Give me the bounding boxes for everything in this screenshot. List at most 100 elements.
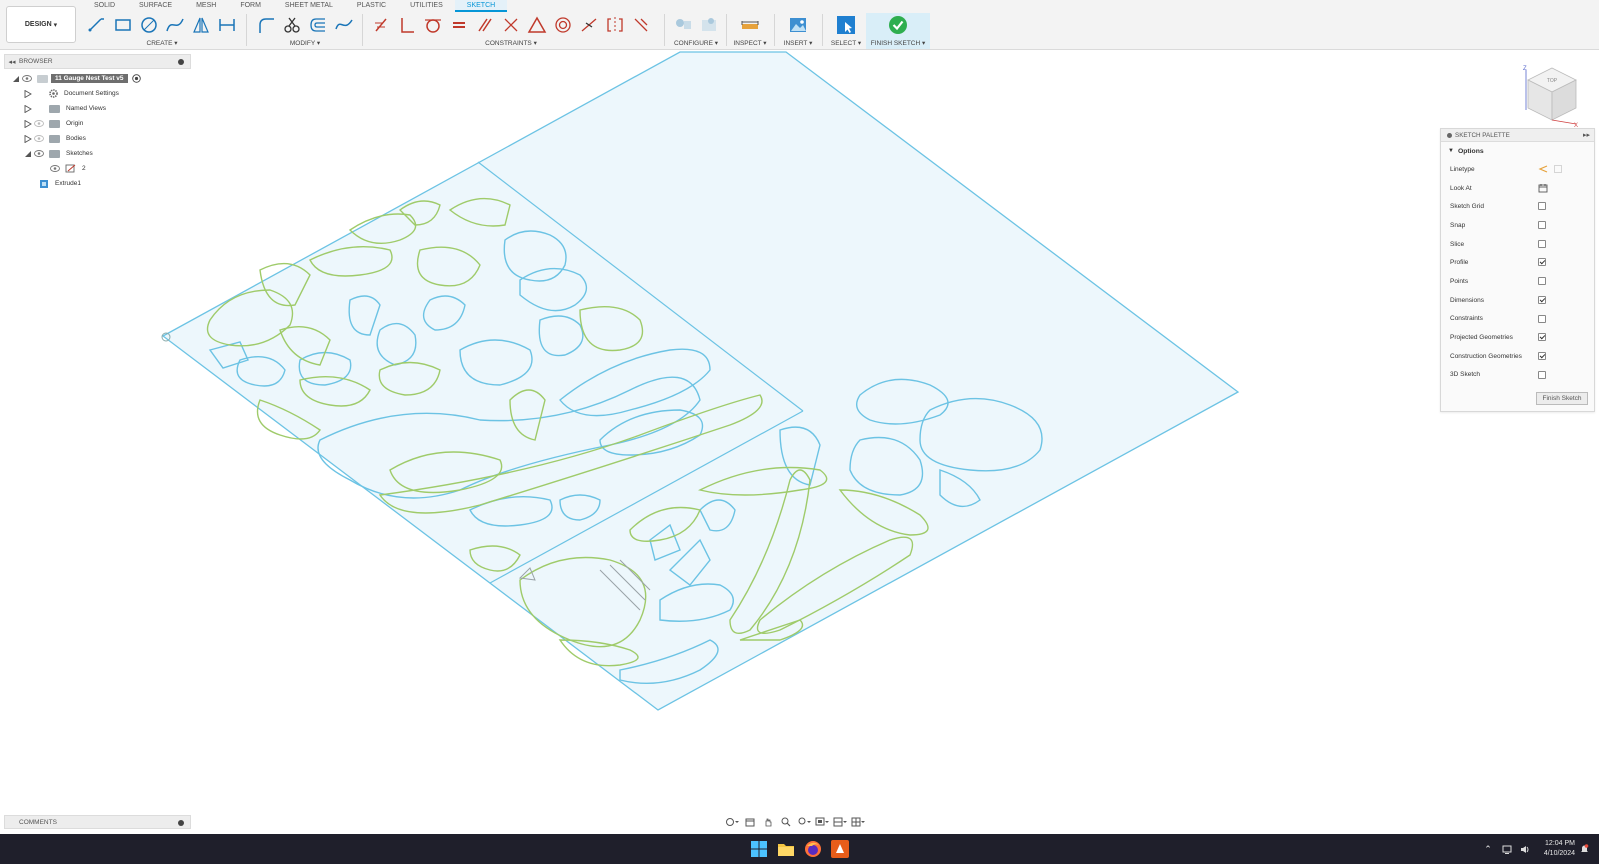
tree-item-named-views[interactable]: Named Views <box>4 101 194 116</box>
tangent-icon[interactable] <box>422 13 445 37</box>
orbit-icon[interactable] <box>724 816 740 828</box>
fillet-icon[interactable] <box>254 13 277 37</box>
display-settings-icon[interactable] <box>814 816 830 828</box>
tree-root[interactable]: 11 Gauge Nest Test v5 <box>4 71 194 86</box>
palette-checkbox[interactable] <box>1538 333 1546 342</box>
windows-start-icon[interactable] <box>750 840 768 858</box>
triangle-constraint-icon[interactable] <box>525 13 548 37</box>
tab-form[interactable]: FORM <box>228 0 273 12</box>
offset-icon[interactable] <box>307 13 330 37</box>
palette-checkbox[interactable] <box>1538 314 1546 323</box>
workspace-switcher[interactable]: DESIGN ▾ <box>6 6 76 43</box>
sketch-canvas[interactable] <box>0 50 1599 834</box>
visibility-eye-icon[interactable] <box>34 135 44 143</box>
tree-item-sketches[interactable]: Sketches <box>4 146 194 161</box>
line-icon[interactable] <box>86 13 109 37</box>
create-label[interactable]: CREATE ▾ <box>82 39 242 49</box>
concentric-icon[interactable] <box>551 13 574 37</box>
tab-mesh[interactable]: MESH <box>184 0 228 12</box>
tree-item-origin[interactable]: Origin <box>4 116 194 131</box>
file-explorer-icon[interactable] <box>777 840 795 858</box>
palette-checkbox[interactable] <box>1538 351 1546 360</box>
construction-linetype-icon[interactable] <box>1538 164 1548 174</box>
palette-checkbox[interactable] <box>1538 221 1546 230</box>
tab-sheet-metal[interactable]: SHEET METAL <box>273 0 345 12</box>
select-label[interactable]: SELECT ▾ <box>826 39 866 49</box>
fit-icon[interactable] <box>796 816 812 828</box>
grid-settings-icon[interactable] <box>832 816 848 828</box>
expand-triangle-icon[interactable] <box>12 75 20 83</box>
finish-sketch-button[interactable]: Finish Sketch <box>1536 392 1588 405</box>
constraints-label[interactable]: CONSTRAINTS ▾ <box>366 39 656 49</box>
palette-checkbox[interactable] <box>1538 239 1546 248</box>
parallel-icon[interactable] <box>474 13 497 37</box>
expand-triangle-icon[interactable] <box>24 104 32 113</box>
midpoint-icon[interactable] <box>577 13 600 37</box>
clock[interactable]: 12:04 PM 4/10/2024 <box>1544 839 1575 859</box>
palette-checkbox[interactable] <box>1538 202 1546 211</box>
visibility-eye-icon[interactable] <box>34 120 44 128</box>
volume-icon[interactable] <box>1520 845 1530 854</box>
options-section[interactable]: ▼ Options <box>1441 142 1594 160</box>
parameters-icon[interactable] <box>672 13 695 37</box>
look-at-icon[interactable] <box>1538 183 1548 193</box>
viewports-icon[interactable] <box>850 816 866 828</box>
comments-panel[interactable]: COMMENTS <box>4 815 191 829</box>
tab-utilities[interactable]: UTILITIES <box>398 0 455 12</box>
look-at-icon[interactable] <box>742 816 758 828</box>
circle-icon[interactable] <box>138 13 161 37</box>
perpendicular-icon[interactable] <box>396 13 419 37</box>
trim-icon[interactable] <box>280 13 303 37</box>
dimension-icon[interactable] <box>215 13 238 37</box>
fusion-app-icon[interactable] <box>831 840 849 858</box>
palette-checkbox[interactable] <box>1538 258 1546 267</box>
notification-bell-icon[interactable] <box>1580 844 1589 854</box>
browser-header[interactable]: ◂◂ BROWSER <box>4 54 191 69</box>
view-cube[interactable]: TOP Z X <box>1522 64 1582 128</box>
firefox-icon[interactable] <box>804 840 822 858</box>
tray-chevron-icon[interactable]: ⌃ <box>1484 844 1492 855</box>
measure-icon[interactable] <box>738 13 762 37</box>
symmetry-icon[interactable] <box>603 13 626 37</box>
pan-icon[interactable] <box>760 816 776 828</box>
coincident-icon[interactable] <box>370 13 393 37</box>
collapse-triangle-icon[interactable]: ▼ <box>1448 148 1454 154</box>
network-icon[interactable] <box>1502 845 1512 854</box>
select-icon[interactable] <box>834 13 858 37</box>
active-target-icon[interactable] <box>131 74 141 83</box>
tab-sketch[interactable]: SKETCH <box>454 0 508 12</box>
expand-triangle-icon[interactable] <box>24 89 32 98</box>
visibility-eye-icon[interactable] <box>22 75 32 83</box>
equal-icon[interactable] <box>448 13 471 37</box>
palette-checkbox[interactable] <box>1538 295 1546 304</box>
finish-sketch-label[interactable]: FINISH SKETCH ▾ <box>866 39 930 49</box>
collinear-icon[interactable] <box>500 13 523 37</box>
fix-icon[interactable] <box>629 13 652 37</box>
curve-icon[interactable] <box>333 13 356 37</box>
palette-checkbox[interactable] <box>1538 277 1546 286</box>
expand-triangle-icon[interactable] <box>24 134 32 143</box>
modify-label[interactable]: MODIFY ▾ <box>250 39 360 49</box>
tree-item-bodies[interactable]: Bodies <box>4 131 194 146</box>
finish-sketch-icon[interactable] <box>886 13 910 37</box>
expand-panel-icon[interactable]: ▸▸ <box>1583 131 1590 139</box>
configure-label[interactable]: CONFIGURE ▾ <box>668 39 724 49</box>
inspect-label[interactable]: INSPECT ▾ <box>730 39 770 49</box>
tree-item-sketch-2[interactable]: 2 <box>4 161 194 176</box>
insert-image-icon[interactable] <box>786 13 810 37</box>
expand-triangle-icon[interactable] <box>24 150 32 158</box>
tab-solid[interactable]: SOLID <box>82 0 127 12</box>
mirror-icon[interactable] <box>189 13 212 37</box>
tab-surface[interactable]: SURFACE <box>127 0 184 12</box>
tree-item-extrude1[interactable]: Extrude1 <box>4 176 194 191</box>
collapse-icon[interactable]: ◂◂ <box>5 58 19 66</box>
configure-table-icon[interactable] <box>698 13 721 37</box>
rectangle-icon[interactable] <box>112 13 135 37</box>
palette-pin-icon[interactable] <box>1447 132 1452 138</box>
visibility-eye-icon[interactable] <box>34 150 44 158</box>
spline-icon[interactable] <box>163 13 186 37</box>
centerline-linetype-icon[interactable] <box>1553 164 1563 174</box>
sketch-palette-header[interactable]: SKETCH PALETTE ▸▸ <box>1441 129 1594 142</box>
visibility-eye-icon[interactable] <box>50 165 60 173</box>
tree-item-document-settings[interactable]: Document Settings <box>4 86 194 101</box>
